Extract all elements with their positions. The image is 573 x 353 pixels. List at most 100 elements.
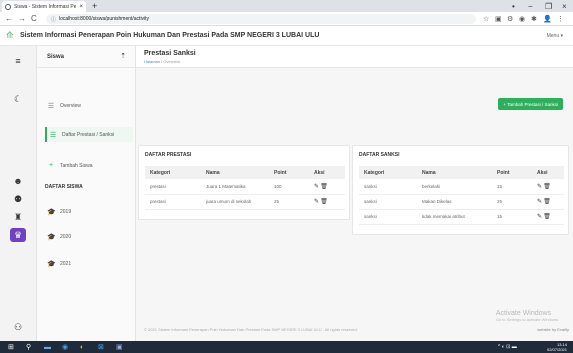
app-header: ⟰ Sistem Informasi Penerapan Poin Hukuma…	[0, 26, 573, 46]
list-icon: ☰	[47, 102, 55, 110]
daftar-siswa-heading: DAFTAR SISWA	[45, 184, 83, 190]
chrome-icon[interactable]: ◐	[80, 343, 84, 351]
kategori-cell: sanksi	[359, 179, 417, 195]
point-cell: 15	[492, 179, 532, 195]
point-cell: 25	[269, 194, 309, 210]
maximize-button[interactable]: ❐	[545, 2, 552, 11]
sidebar-item-label: 2019	[60, 208, 72, 215]
delete-icon[interactable]: 🗑	[543, 214, 551, 220]
search-icon[interactable]: ⚲	[26, 343, 31, 351]
windows-taskbar: ⊞ ⚲ ▬ ◉ ◐ ⊠ ▣ ^ ◐ ⊡ ▬ 13.14 02/07/2021	[0, 341, 573, 353]
new-tab-button[interactable]: +	[92, 1, 97, 11]
aksi-cell: ✎ 🗑	[532, 194, 564, 210]
url-text[interactable]: localhost:8000/siswa/punishment/activity	[59, 16, 149, 22]
column-header: Point	[492, 166, 532, 179]
menu-dropdown[interactable]: Menu ▾	[547, 33, 563, 39]
vscode-icon[interactable]: ⊠	[98, 343, 104, 351]
student-icon[interactable]: ☻	[10, 174, 26, 188]
browser-menu-icon[interactable]: ⋮	[557, 15, 564, 23]
prestasi-card-title: DAFTAR PRESTASI	[145, 152, 192, 158]
nama-cell: Makan Dikelas	[417, 194, 492, 210]
sidebar-item-2021[interactable]: 🎓 2021	[45, 256, 133, 271]
edit-icon[interactable]: ✎	[537, 184, 542, 190]
site-info-icon[interactable]: ⓘ	[51, 16, 56, 23]
sidebar-item-label: 2021	[60, 260, 72, 267]
aksi-cell: ✎ 🗑	[309, 194, 345, 210]
kategori-cell: prestasi	[145, 194, 201, 210]
side-panel-title: Siswa	[47, 54, 65, 60]
browser-tab[interactable]: Siswa - Sistem Informasi Penerap ×	[2, 1, 86, 12]
edit-icon[interactable]: ✎	[314, 184, 319, 190]
tab-close-icon[interactable]: ×	[79, 4, 83, 10]
extension-icon[interactable]: ◉	[519, 15, 525, 23]
table-row: prestasi Juara 1 Matematika 100 ✎ 🗑	[145, 179, 345, 195]
app-icon[interactable]: ▣	[116, 343, 123, 351]
sidebar-item-2019[interactable]: 🎓 2019	[45, 204, 133, 219]
table-header-row: Kategori Nama Point Aksi	[145, 166, 345, 179]
footer-credit[interactable]: website by Exalify	[537, 327, 569, 332]
sidebar-item-2020[interactable]: 🎓 2020	[45, 229, 133, 244]
watermark-title: Activate Windows	[495, 310, 552, 317]
delete-icon[interactable]: 🗑	[543, 199, 551, 205]
activate-windows-watermark: Activate Windows Go to Settings to activ…	[496, 310, 559, 322]
sidebar-item-overview[interactable]: ☰ Overview	[45, 98, 133, 113]
column-header: Nama	[201, 166, 269, 179]
column-header: Nama	[417, 166, 492, 179]
column-header: Aksi	[309, 166, 345, 179]
delete-icon[interactable]: 🗑	[320, 199, 328, 205]
icon-rail: ≡ ☾ ☻ ⚉ ♜ ♛ ⚇	[0, 46, 37, 341]
edit-icon[interactable]: ✎	[314, 199, 319, 205]
forward-button[interactable]: →	[18, 14, 26, 23]
delete-icon[interactable]: 🗑	[320, 184, 328, 190]
extension-icon[interactable]: ⚙	[507, 15, 513, 23]
file-explorer-icon[interactable]: ▬	[44, 343, 51, 351]
side-panel: Siswa ⇡ ☰ Overview ☰ Daftar Prestasi / S…	[37, 46, 136, 341]
pin-icon[interactable]: ⇡	[120, 52, 126, 60]
delete-icon[interactable]: 🗑	[543, 184, 551, 190]
profile-dot-icon[interactable]: •	[512, 2, 515, 11]
extension-icon[interactable]: ▣	[495, 15, 502, 23]
profile-icon[interactable]: 👤	[543, 15, 552, 23]
windows-start-icon[interactable]: ⊞	[8, 343, 14, 351]
table-row: sanksi Makan Dikelas 25 ✎ 🗑	[359, 194, 564, 210]
sidebar-item-label: Tambah Siswa	[60, 162, 93, 169]
edge-icon[interactable]: ◉	[62, 343, 68, 351]
edit-icon[interactable]: ✎	[537, 199, 542, 205]
sidebar-item-daftar-prestasi-sanksi[interactable]: ☰ Daftar Prestasi / Sanksi	[45, 127, 133, 142]
main-content: Prestasi Sanksi Halaman / Overview + Tam…	[136, 46, 573, 341]
graduation-cap-icon: 🎓	[47, 233, 56, 241]
sanksi-card: DAFTAR SANKSI Kategori Nama Point Aksi s…	[352, 145, 569, 235]
column-header: Kategori	[359, 166, 417, 179]
bookmark-star-icon[interactable]: ☆	[483, 15, 489, 23]
close-window-button[interactable]: ×	[562, 2, 567, 11]
sidebar-item-label: 2020	[60, 233, 72, 240]
column-header: Kategori	[145, 166, 201, 179]
users-icon[interactable]: ⚉	[10, 192, 26, 206]
back-button[interactable]: ←	[5, 14, 13, 23]
aksi-cell: ✎ 🗑	[532, 179, 564, 195]
prestasi-table: Kategori Nama Point Aksi prestasi Juara …	[145, 166, 345, 210]
minimize-button[interactable]: −	[528, 2, 533, 11]
breadcrumb-home-link[interactable]: Halaman	[144, 59, 160, 64]
edit-icon[interactable]: ✎	[537, 214, 542, 220]
table-row: prestasi juara umum di sekolah 25 ✎ 🗑	[145, 194, 345, 210]
favicon-icon	[5, 3, 11, 10]
footer-copyright: © 2021 Sistem Informasi Penerapan Poin H…	[144, 327, 358, 332]
app-logo-icon[interactable]: ⟰	[6, 30, 16, 40]
extensions-puzzle-icon[interactable]: ✱	[531, 15, 537, 23]
aksi-cell: ✎ 🗑	[309, 179, 345, 195]
reload-button[interactable]: C	[31, 14, 37, 23]
url-field[interactable]: ⓘ localhost:8000/siswa/punishment/activi…	[46, 14, 476, 24]
account-icon[interactable]: ⚇	[10, 320, 26, 334]
add-prestasi-sanksi-button[interactable]: + Tambah Prestasi / Sanksi	[498, 98, 563, 110]
list-icon: ☰	[49, 131, 57, 139]
hamburger-menu-icon[interactable]: ≡	[10, 54, 26, 68]
moon-icon[interactable]: ☾	[10, 92, 26, 106]
table-header-row: Kategori Nama Point Aksi	[359, 166, 564, 179]
graduation-cap-icon: 🎓	[47, 208, 56, 216]
trophy-icon[interactable]: ♛	[10, 228, 26, 242]
system-tray-icons[interactable]: ^ ◐ ⊡ ▬	[498, 343, 517, 351]
taskbar-clock[interactable]: 13.14 02/07/2021	[547, 342, 567, 352]
teacher-icon[interactable]: ♜	[10, 210, 26, 224]
sidebar-item-tambah-siswa[interactable]: + Tambah Siswa	[45, 158, 133, 173]
